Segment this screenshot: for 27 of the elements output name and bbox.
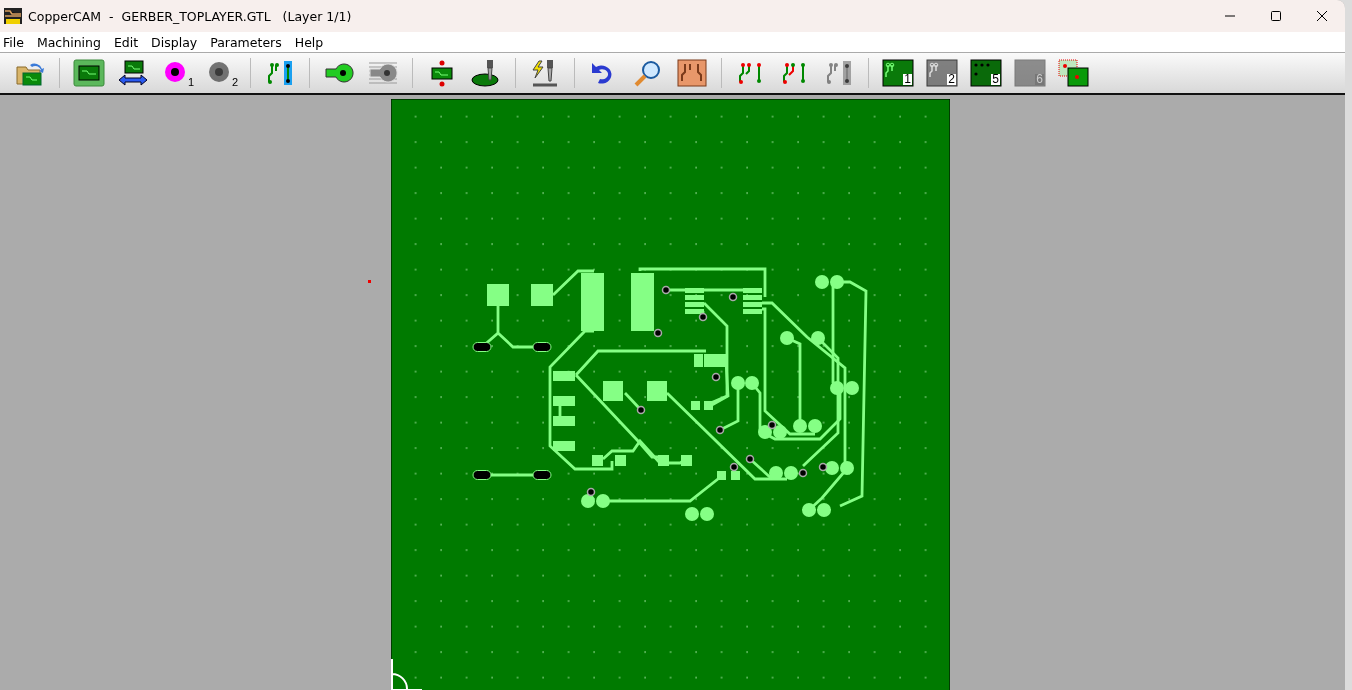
milling-tool-icon [470,59,502,87]
layer-icon [926,59,958,87]
toolbar-button[interactable] [674,57,710,89]
origin-arc-drawing [391,658,423,690]
layer-icon [1014,59,1046,87]
close-icon [1316,10,1328,22]
menu-item[interactable]: Parameters [207,32,289,52]
hatched-pad-icon [367,59,399,87]
menu-item[interactable]: File [0,32,31,52]
double-arrow-board-icon [117,59,149,87]
menu-item[interactable]: Machining [33,32,108,52]
maximize-icon [1270,10,1282,22]
drill-holes-icon [970,59,1002,87]
origin-marker [368,280,371,283]
panel-icon [1058,59,1090,87]
menu-item[interactable]: Display [148,32,205,52]
toolbar-button[interactable]: 5 [968,57,1004,89]
circuit-board-icon [73,59,105,87]
window-title: CopperCAM - GERBER_TOPLAYER.GTL (Layer 1/1) [28,8,353,24]
toolbar-button[interactable] [1056,57,1092,89]
copper-board-icon [676,59,708,87]
menu-item[interactable]: Edit [110,32,146,52]
toolbar-button[interactable] [71,57,107,89]
toolbar-button[interactable]: 1 [159,57,195,89]
app-logo-icon [4,8,22,24]
menu-item[interactable]: Help [291,32,331,52]
toolbar-button[interactable]: 1 [880,57,916,89]
